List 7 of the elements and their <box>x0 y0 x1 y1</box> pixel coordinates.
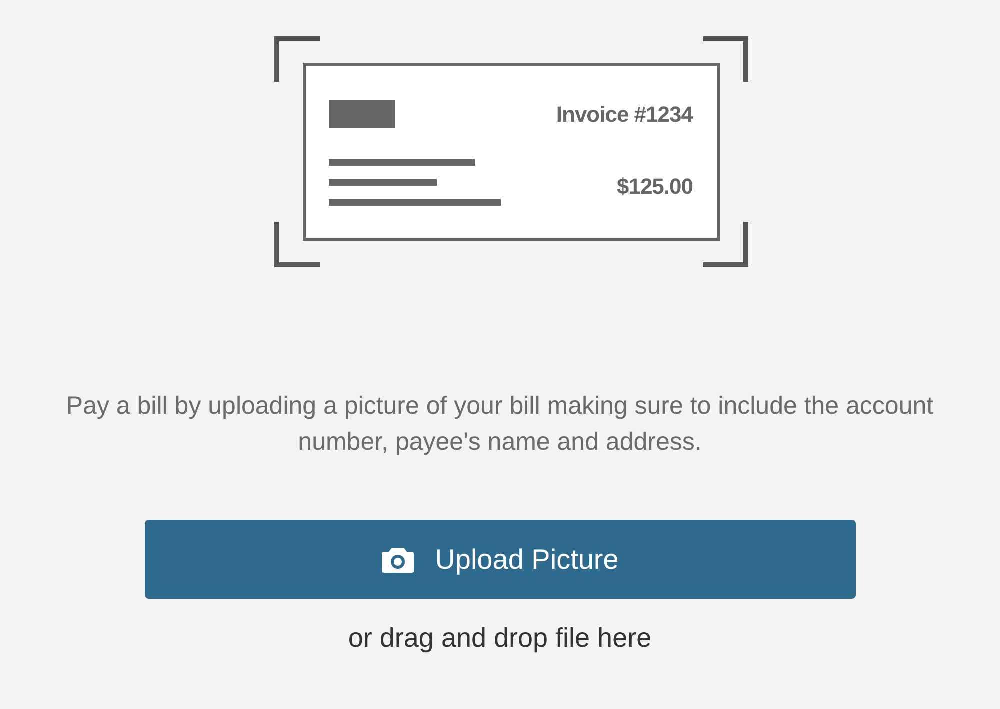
logo-block <box>329 100 395 128</box>
upload-button[interactable]: Upload Picture <box>144 520 856 599</box>
invoice-number: Invoice #1234 <box>556 102 693 128</box>
instructions-text: Pay a bill by uploading a picture of your bill making sure to include the account number, payee's name and address. <box>65 391 935 458</box>
drag-drop-hint: or drag and drop file here <box>348 623 652 654</box>
invoice-amount: $125.00 <box>616 174 693 200</box>
camera-icon <box>381 546 416 574</box>
